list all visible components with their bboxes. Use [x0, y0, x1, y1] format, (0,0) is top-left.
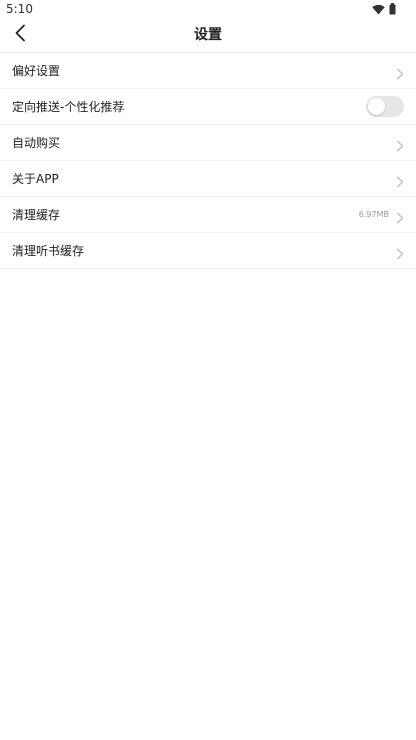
chevron-right-icon	[396, 173, 404, 188]
chevron-right-icon	[396, 137, 404, 152]
page-title: 设置	[194, 27, 222, 43]
status-icons	[372, 2, 396, 15]
settings-item-label: 清理听书缓存	[12, 244, 85, 258]
settings-list: 偏好设置 定向推送-个性化推荐 自动购买 关于APP 清理缓存 6.97MB 清…	[0, 53, 416, 269]
wifi-icon	[372, 0, 385, 19]
settings-item-label: 清理缓存	[12, 208, 61, 222]
settings-item-label: 自动购买	[12, 136, 61, 150]
settings-item-clear-cache[interactable]: 清理缓存 6.97MB	[0, 197, 416, 233]
nav-bar: 设置	[0, 18, 416, 53]
settings-item-label: 定向推送-个性化推荐	[12, 100, 125, 114]
toggle-knob	[368, 98, 385, 115]
settings-item-auto-purchase[interactable]: 自动购买	[0, 125, 416, 161]
settings-screen: 5:10 设置 偏好设置 定向推送-个性化推荐 自动购买 关于APP 清理缓存 …	[0, 0, 416, 740]
settings-item-label: 关于APP	[12, 172, 59, 186]
status-time: 5:10	[6, 2, 33, 16]
battery-icon	[389, 0, 396, 19]
settings-item-personalized-push: 定向推送-个性化推荐	[0, 89, 416, 125]
personalized-push-toggle[interactable]	[366, 96, 404, 117]
settings-item-clear-audiobook-cache[interactable]: 清理听书缓存	[0, 233, 416, 269]
cache-size-value: 6.97MB	[358, 210, 389, 219]
chevron-right-icon	[396, 245, 404, 260]
status-bar: 5:10	[0, 0, 416, 18]
settings-item-preferences[interactable]: 偏好设置	[0, 53, 416, 89]
settings-item-label: 偏好设置	[12, 64, 61, 78]
chevron-right-icon	[396, 65, 404, 80]
settings-item-about-app[interactable]: 关于APP	[0, 161, 416, 197]
chevron-right-icon	[396, 209, 404, 224]
